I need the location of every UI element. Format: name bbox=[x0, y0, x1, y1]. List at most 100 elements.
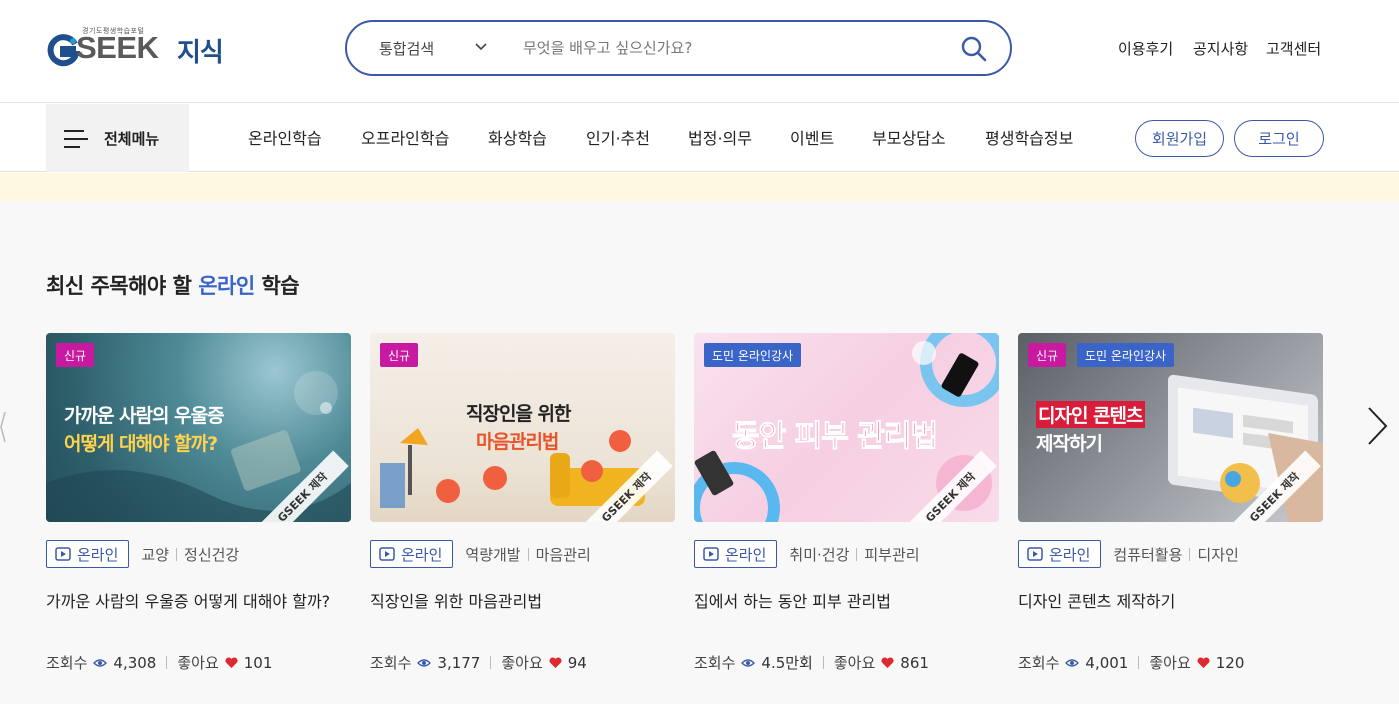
divider bbox=[822, 656, 824, 669]
likes-count: 120 bbox=[1215, 653, 1245, 672]
likes-label: 좋아요 bbox=[1149, 654, 1191, 672]
nav-item-offline[interactable]: 오프라인학습 bbox=[361, 125, 449, 149]
prev-arrow-icon[interactable] bbox=[0, 410, 6, 444]
nav-item-video[interactable]: 화상학습 bbox=[488, 125, 547, 149]
util-link-notice[interactable]: 공지사항 bbox=[1193, 38, 1248, 59]
course-stats: 조회수 4,001 좋아요 120 bbox=[1018, 652, 1244, 673]
heart-icon bbox=[1197, 656, 1210, 669]
login-button[interactable]: 로그인 bbox=[1234, 120, 1324, 157]
banner-strip bbox=[0, 173, 1399, 201]
thumbnail-title-line1: 동안 피부 관리법 bbox=[731, 419, 938, 455]
chevron-down-icon[interactable] bbox=[473, 39, 489, 55]
play-icon bbox=[55, 547, 71, 561]
online-tag-label: 온라인 bbox=[725, 545, 767, 564]
nav-item-popular[interactable]: 인기·추천 bbox=[586, 125, 650, 149]
section-title: 최신 주목해야 할 온라인 학습 bbox=[46, 270, 300, 300]
badge-tutor: 도민 온라인강사 bbox=[1077, 343, 1175, 367]
section-title-prefix: 최신 주목해야 할 bbox=[46, 274, 199, 298]
thumbnail-title-line2: 마음관리법 bbox=[476, 431, 559, 453]
nav-item-legal[interactable]: 법정·의무 bbox=[688, 125, 752, 149]
views-label: 조회수 bbox=[46, 654, 88, 672]
eye-icon bbox=[93, 658, 108, 668]
nav-item-event[interactable]: 이벤트 bbox=[790, 125, 834, 149]
all-menu-button[interactable]: 전체메뉴 bbox=[46, 104, 189, 172]
category: 컴퓨터활용 bbox=[1113, 545, 1183, 564]
section-title-accent: 온라인 bbox=[198, 274, 255, 298]
play-icon bbox=[379, 547, 395, 561]
badge-new: 신규 bbox=[380, 343, 419, 367]
eye-icon bbox=[741, 658, 756, 668]
thumbnail-title-line1: 가까운 사람의 우울증 bbox=[64, 405, 225, 427]
next-arrow-icon[interactable] bbox=[1364, 405, 1390, 447]
course-stats: 조회수 4.5만회 좋아요 861 bbox=[694, 652, 929, 673]
course-meta: 온라인 취미·건강 피부관리 bbox=[694, 540, 920, 568]
divider bbox=[527, 547, 529, 561]
category: 역량개발 bbox=[465, 545, 521, 564]
views-count: 4,308 bbox=[113, 653, 157, 672]
category: 취미·건강 bbox=[789, 545, 850, 564]
likes-label: 좋아요 bbox=[501, 654, 543, 672]
course-title[interactable]: 가까운 사람의 우울증 어떻게 대해야 할까? bbox=[46, 588, 330, 612]
nav-item-online[interactable]: 온라인학습 bbox=[248, 125, 322, 149]
divider bbox=[1189, 547, 1191, 561]
views-count: 3,177 bbox=[437, 653, 481, 672]
course-thumbnail[interactable]: 도민 온라인강사 동안 피부 관리법 GSEEK 제작 bbox=[694, 333, 999, 522]
likes-count: 101 bbox=[243, 653, 273, 672]
heart-icon bbox=[881, 656, 894, 669]
views-label: 조회수 bbox=[694, 654, 736, 672]
util-link-support[interactable]: 고객센터 bbox=[1266, 38, 1321, 59]
views-label: 조회수 bbox=[370, 654, 412, 672]
section-title-suffix: 학습 bbox=[254, 274, 300, 298]
search-bar: 통합검색 bbox=[345, 20, 1012, 76]
gseek-logo[interactable]: 경기도평생학습포털 SEEK 지식 bbox=[46, 26, 236, 76]
course-title[interactable]: 디자인 콘텐츠 제작하기 bbox=[1018, 588, 1175, 612]
play-icon bbox=[1027, 547, 1043, 561]
eye-icon bbox=[417, 658, 432, 668]
online-tag: 온라인 bbox=[370, 540, 454, 568]
course-title[interactable]: 직장인을 위한 마음관리법 bbox=[370, 588, 542, 612]
divider bbox=[166, 656, 168, 669]
signup-button[interactable]: 회원가입 bbox=[1135, 120, 1224, 157]
online-tag-label: 온라인 bbox=[77, 545, 119, 564]
divider bbox=[490, 656, 492, 669]
likes-label: 좋아요 bbox=[177, 654, 219, 672]
main-nav: 전체메뉴 온라인학습 오프라인학습 화상학습 인기·추천 법정·의무 이벤트 부… bbox=[0, 104, 1399, 172]
course-card[interactable]: 도민 온라인강사 동안 피부 관리법 GSEEK 제작 온라인 취미·건강 피부관… bbox=[694, 333, 999, 693]
all-menu-label: 전체메뉴 bbox=[104, 130, 160, 148]
course-stats: 조회수 4,308 좋아요 101 bbox=[46, 652, 272, 673]
views-count: 4,001 bbox=[1085, 653, 1129, 672]
course-meta: 온라인 컴퓨터활용 디자인 bbox=[1018, 540, 1239, 568]
online-tag-label: 온라인 bbox=[401, 545, 443, 564]
divider bbox=[856, 547, 858, 561]
subcategory: 마음관리 bbox=[535, 545, 591, 564]
search-category-select[interactable]: 통합검색 bbox=[379, 22, 434, 74]
subcategory: 피부관리 bbox=[864, 545, 920, 564]
course-card[interactable]: 신규 도민 온라인강사 디자인 콘텐츠 제작하기 GSEEK 제작 온라인 컴퓨… bbox=[1018, 333, 1323, 693]
thumbnail-title-line1: 직장인을 위한 bbox=[466, 403, 571, 425]
eye-icon bbox=[1065, 658, 1080, 668]
badge-new: 신규 bbox=[1028, 343, 1067, 367]
course-thumbnail[interactable]: 신규 가까운 사람의 우울증 어떻게 대해야 할까? GSEEK 제작 bbox=[46, 333, 351, 522]
likes-count: 861 bbox=[900, 653, 929, 672]
play-icon bbox=[703, 547, 719, 561]
util-link-reviews[interactable]: 이용후기 bbox=[1118, 38, 1173, 59]
site-header: 경기도평생학습포털 SEEK 지식 통합검색 이용후기 공지사항 고객센터 bbox=[0, 0, 1399, 103]
online-tag: 온라인 bbox=[1018, 540, 1102, 568]
course-card[interactable]: 신규 가까운 사람의 우울증 어떻게 대해야 할까? GSEEK 제작 온라인 … bbox=[46, 333, 351, 693]
subcategory: 디자인 bbox=[1197, 545, 1239, 564]
search-input[interactable] bbox=[523, 32, 923, 64]
course-meta: 온라인 역량개발 마음관리 bbox=[370, 540, 591, 568]
course-title[interactable]: 집에서 하는 동안 피부 관리법 bbox=[694, 588, 891, 612]
logo-sub: 지식 bbox=[177, 38, 224, 68]
course-thumbnail[interactable]: 신규 직장인을 위한 마음관리법 GSEEK 제작 bbox=[370, 333, 675, 522]
signup-label: 회원가입 bbox=[1151, 130, 1208, 148]
likes-label: 좋아요 bbox=[833, 654, 876, 672]
divider bbox=[1138, 656, 1140, 669]
online-tag-label: 온라인 bbox=[1049, 545, 1091, 564]
nav-item-info[interactable]: 평생학습정보 bbox=[985, 125, 1073, 149]
search-icon[interactable] bbox=[959, 34, 989, 64]
category: 교양 bbox=[141, 545, 170, 564]
course-thumbnail[interactable]: 신규 도민 온라인강사 디자인 콘텐츠 제작하기 GSEEK 제작 bbox=[1018, 333, 1323, 522]
course-card[interactable]: 신규 직장인을 위한 마음관리법 GSEEK 제작 온라인 역량개발 마음관리 직… bbox=[370, 333, 675, 693]
nav-item-parent[interactable]: 부모상담소 bbox=[872, 125, 946, 149]
